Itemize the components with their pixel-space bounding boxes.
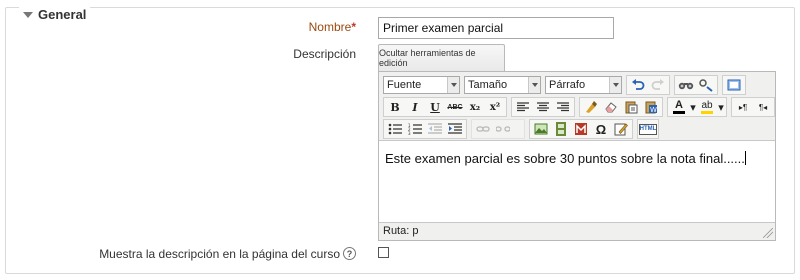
find-replace-icon[interactable] [696, 76, 716, 94]
font-size-select[interactable]: Tamaño [464, 76, 541, 94]
special-char-button[interactable]: Ω [591, 120, 611, 138]
dropdown-arrow-icon [609, 77, 621, 93]
name-input[interactable] [378, 17, 614, 39]
paste-text-icon[interactable] [621, 98, 641, 116]
outdent-icon[interactable] [425, 120, 445, 138]
clipboard-group: W [579, 97, 663, 117]
align-center-icon[interactable] [533, 98, 553, 116]
highlight-dropdown-icon[interactable]: ▾ [717, 98, 725, 116]
collapse-arrow-icon [23, 11, 33, 18]
show-description-checkbox[interactable] [378, 247, 389, 258]
image-icon[interactable] [531, 120, 551, 138]
show-description-label: Muestra la descripción en la página del … [99, 247, 340, 261]
edit-icon[interactable] [611, 120, 631, 138]
subscript-button[interactable]: x₂ [465, 98, 485, 116]
font-family-select[interactable]: Fuente [383, 76, 460, 94]
section-header[interactable]: General [19, 6, 91, 22]
redo-icon[interactable] [648, 76, 668, 94]
name-label: Nombre* [308, 20, 356, 34]
toggle-editor-tools-button[interactable]: Ocultar herramientas de edición [378, 44, 505, 71]
toolbar-row-3: 123 Ω HTML [383, 119, 771, 139]
bold-button[interactable]: B [385, 98, 405, 116]
dropdown-arrow-icon [528, 77, 540, 93]
eraser-icon[interactable] [601, 98, 621, 116]
section-title: General [38, 6, 87, 22]
html-source-button[interactable]: HTML [639, 123, 657, 135]
text-caret [744, 151, 746, 165]
color-group: A ▾ ab ▾ [667, 97, 727, 117]
link-icon[interactable] [473, 120, 493, 138]
clean-up-icon[interactable] [581, 98, 601, 116]
dropdown-arrow-icon [447, 77, 459, 93]
toolbar-row-2: B I U ABC x₂ x² W A ▾ ab ▾ ▸¶ ¶◂ [383, 97, 775, 117]
underline-button[interactable]: U [425, 98, 445, 116]
description-label: Descripción [293, 47, 356, 61]
required-asterisk: * [351, 20, 356, 34]
toolbar-row-1: Fuente Tamaño Párrafo [383, 75, 771, 95]
media-icon[interactable] [551, 120, 571, 138]
superscript-button[interactable]: x² [485, 98, 505, 116]
insert-group: Ω [529, 119, 633, 139]
format-select[interactable]: Párrafo [545, 76, 622, 94]
list-group: 123 [383, 119, 467, 139]
italic-button[interactable]: I [405, 98, 425, 116]
rich-text-editor: Fuente Tamaño Párrafo B I U ABC x₂ x² W … [378, 71, 776, 241]
svg-text:W: W [650, 106, 657, 114]
text-style-group: B I U ABC x₂ x² [383, 97, 507, 117]
bullet-list-icon[interactable] [385, 120, 405, 138]
unlink-icon[interactable] [493, 120, 513, 138]
editor-path: Ruta: p [383, 225, 419, 237]
rtl-button[interactable]: ¶◂ [753, 98, 773, 116]
help-icon[interactable]: ? [343, 247, 356, 260]
search-group [674, 75, 718, 95]
html-group: HTML [637, 119, 659, 139]
resize-handle-icon[interactable] [763, 228, 773, 238]
text-color-dropdown-icon[interactable]: ▾ [689, 98, 697, 116]
editor-content-area[interactable]: Este examen parcial es sobre 30 puntos s… [379, 140, 775, 223]
ltr-button[interactable]: ▸¶ [733, 98, 753, 116]
undo-icon[interactable] [628, 76, 648, 94]
moodle-media-icon[interactable] [571, 120, 591, 138]
direction-group: ▸¶ ¶◂ [731, 97, 775, 117]
strikethrough-button[interactable]: ABC [445, 98, 465, 116]
undo-redo-group [626, 75, 670, 95]
text-color-button[interactable]: A [669, 98, 689, 116]
svg-text:3: 3 [408, 131, 411, 135]
link-group [471, 119, 525, 139]
fullscreen-group [722, 75, 746, 95]
fullscreen-icon[interactable] [724, 76, 744, 94]
indent-icon[interactable] [445, 120, 465, 138]
highlight-button[interactable]: ab [697, 98, 717, 116]
paste-word-icon[interactable]: W [641, 98, 661, 116]
align-left-icon[interactable] [513, 98, 533, 116]
find-icon[interactable] [676, 76, 696, 94]
align-right-icon[interactable] [553, 98, 573, 116]
numbered-list-icon[interactable]: 123 [405, 120, 425, 138]
alignment-group [511, 97, 575, 117]
editor-text: Este examen parcial es sobre 30 puntos s… [385, 151, 745, 166]
